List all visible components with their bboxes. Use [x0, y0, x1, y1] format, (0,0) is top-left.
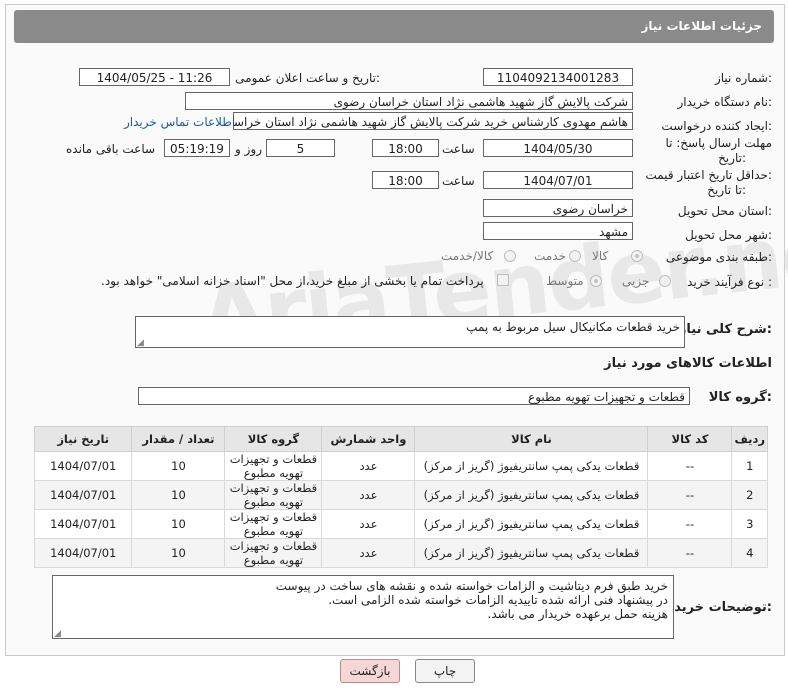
- days-label: روز و: [235, 142, 262, 156]
- cell-date: 1404/07/01: [33, 480, 133, 510]
- validity-time-label: ساعت: [442, 174, 475, 188]
- cell-name: قطعات یدکی پمپ سانتریفیوژ (گریز از مرکز): [414, 480, 649, 510]
- buyer-notes-label: توضیحات خریدار:: [662, 600, 772, 615]
- process-medium-radio[interactable]: [590, 275, 602, 287]
- goods-group-label: گروه کالا:: [708, 390, 772, 405]
- city-label: شهر محل تحویل:: [685, 228, 772, 242]
- process-medium-label: متوسط: [546, 274, 584, 288]
- deadline-label-2: تاریخ:: [718, 151, 746, 165]
- deadline-time-label: ساعت: [442, 142, 475, 156]
- deadline-date-field: 1404/05/30: [483, 139, 633, 157]
- cell-code: --: [647, 538, 733, 568]
- process-minor-label: جزیی: [622, 274, 650, 288]
- category-label: طبقه بندی موضوعی:: [665, 250, 772, 264]
- buyer-org-label: نام دستگاه خریدار:: [677, 95, 773, 109]
- goods-section-title: اطلاعات کالاهای مورد نیاز: [604, 356, 772, 371]
- cell-index: 1: [731, 451, 768, 481]
- cell-code: --: [647, 451, 733, 481]
- buyer-notes-line: خرید طبق فرم دیتاشیت و الزامات خواسته شد…: [275, 579, 668, 593]
- cell-name: قطعات یدکی پمپ سانتریفیوژ (گریز از مرکز): [414, 538, 649, 568]
- col-header-unit: واحد شمارش: [321, 426, 416, 452]
- remaining-time-field: 05:19:19: [164, 139, 230, 157]
- creator-field: هاشم مهدوی کارشناس خرید شرکت پالایش گاز …: [233, 112, 633, 130]
- general-desc-label: شرح کلی نیاز:: [678, 322, 772, 337]
- cell-unit: عدد: [321, 509, 416, 539]
- cell-index: 3: [731, 509, 768, 539]
- page-title: جزئیات اطلاعات نیاز: [641, 19, 762, 33]
- general-desc-field: خرید قطعات مکانیکال سیل مربوط به پمپ: [135, 316, 685, 348]
- buyer-org-field: شرکت پالایش گاز شهید هاشمی نژاد استان خر…: [185, 92, 633, 110]
- cell-group: قطعات و تجهیزات تهویه مطبوع: [224, 538, 323, 568]
- remaining-label: ساعت باقی مانده: [66, 142, 156, 156]
- table-row: 4 -- قطعات یدکی پمپ سانتریفیوژ (گریز از …: [33, 538, 768, 568]
- buyer-contact-link[interactable]: اطلاعات تماس خریدار: [124, 115, 235, 129]
- process-label: نوع فرآیند خرید :: [687, 275, 772, 289]
- col-header-qty: تعداد / مقدار: [131, 426, 226, 452]
- table-row: 3 -- قطعات یدکی پمپ سانتریفیوژ (گریز از …: [33, 509, 768, 539]
- cell-group: قطعات و تجهیزات تهویه مطبوع: [224, 509, 323, 539]
- announce-label: تاریخ و ساعت اعلان عمومی:: [235, 71, 380, 85]
- buyer-notes-field: خرید طبق فرم دیتاشیت و الزامات خواسته شد…: [52, 575, 674, 639]
- cell-index: 4: [731, 538, 768, 568]
- treasury-payment-checkbox[interactable]: [497, 274, 509, 286]
- cell-date: 1404/07/01: [33, 509, 133, 539]
- category-goods-radio[interactable]: [631, 250, 643, 262]
- need-number-label: شماره نیاز:: [714, 71, 772, 85]
- page-header: جزئیات اطلاعات نیاز: [14, 10, 774, 43]
- category-service-radio[interactable]: [569, 250, 581, 262]
- cell-date: 1404/07/01: [33, 538, 133, 568]
- cell-name: قطعات یدکی پمپ سانتریفیوژ (گریز از مرکز): [414, 509, 649, 539]
- cell-group: قطعات و تجهیزات تهویه مطبوع: [224, 451, 323, 481]
- process-minor-radio[interactable]: [659, 275, 671, 287]
- back-button[interactable]: بازگشت: [340, 659, 400, 683]
- cell-unit: عدد: [321, 451, 416, 481]
- validity-time-field: 18:00: [372, 171, 439, 189]
- creator-label: ایجاد کننده درخواست:: [661, 119, 772, 133]
- cell-index: 2: [731, 480, 768, 510]
- treasury-payment-label: پرداخت تمام یا بخشی از مبلغ خرید،از محل …: [101, 274, 484, 288]
- resize-handle-icon[interactable]: ◢: [137, 338, 145, 348]
- cell-unit: عدد: [321, 480, 416, 510]
- buyer-notes-line: در پیشنهاد فنی ارائه شده تاییدیه الزامات…: [328, 593, 668, 607]
- province-label: استان محل تحویل:: [677, 204, 772, 218]
- days-field: 5: [266, 139, 335, 157]
- print-button[interactable]: چاپ: [415, 659, 475, 683]
- deadline-time-field: 18:00: [372, 139, 439, 157]
- col-header-name: نام کالا: [414, 426, 649, 452]
- announce-field: 1404/05/25 - 11:26: [79, 68, 230, 86]
- cell-qty: 10: [131, 480, 226, 510]
- cell-code: --: [647, 480, 733, 510]
- resize-handle-icon[interactable]: ◢: [54, 629, 62, 639]
- category-goods-label: کالا: [592, 249, 609, 263]
- col-header-row: ردیف: [731, 426, 768, 452]
- province-field: خراسان رضوی: [483, 199, 633, 217]
- cell-name: قطعات یدکی پمپ سانتریفیوژ (گریز از مرکز): [414, 451, 649, 481]
- table-row: 2 -- قطعات یدکی پمپ سانتریفیوژ (گریز از …: [33, 480, 768, 510]
- category-both-radio[interactable]: [504, 250, 516, 262]
- col-header-code: کد کالا: [647, 426, 733, 452]
- buyer-notes-line: هزینه حمل برعهده خریدار می باشد.: [487, 607, 669, 621]
- category-service-label: خدمت: [534, 249, 566, 263]
- col-header-group: گروه کالا: [224, 426, 323, 452]
- cell-code: --: [647, 509, 733, 539]
- need-number-field: 1104092134001283: [483, 68, 633, 86]
- cell-date: 1404/07/01: [33, 451, 133, 481]
- cell-group: قطعات و تجهیزات تهویه مطبوع: [224, 480, 323, 510]
- col-header-date: تاریخ نیاز: [33, 426, 133, 452]
- goods-group-field: قطعات و تجهیزات تهویه مطبوع: [138, 387, 690, 405]
- validity-date-field: 1404/07/01: [483, 171, 633, 189]
- cell-qty: 10: [131, 451, 226, 481]
- cell-qty: 10: [131, 538, 226, 568]
- deadline-label: مهلت ارسال پاسخ: تا: [665, 136, 772, 150]
- validity-label-2: تا تاریخ:: [707, 183, 746, 197]
- cell-qty: 10: [131, 509, 226, 539]
- cell-unit: عدد: [321, 538, 416, 568]
- validity-label: حداقل تاریخ اعتبار قیمت:: [645, 168, 772, 182]
- category-both-label: کالا/خدمت: [441, 249, 494, 263]
- goods-table: ردیف کد کالا نام کالا واحد شمارش گروه کا…: [33, 426, 768, 568]
- city-field: مشهد: [483, 222, 633, 240]
- table-row: 1 -- قطعات یدکی پمپ سانتریفیوژ (گریز از …: [33, 451, 768, 481]
